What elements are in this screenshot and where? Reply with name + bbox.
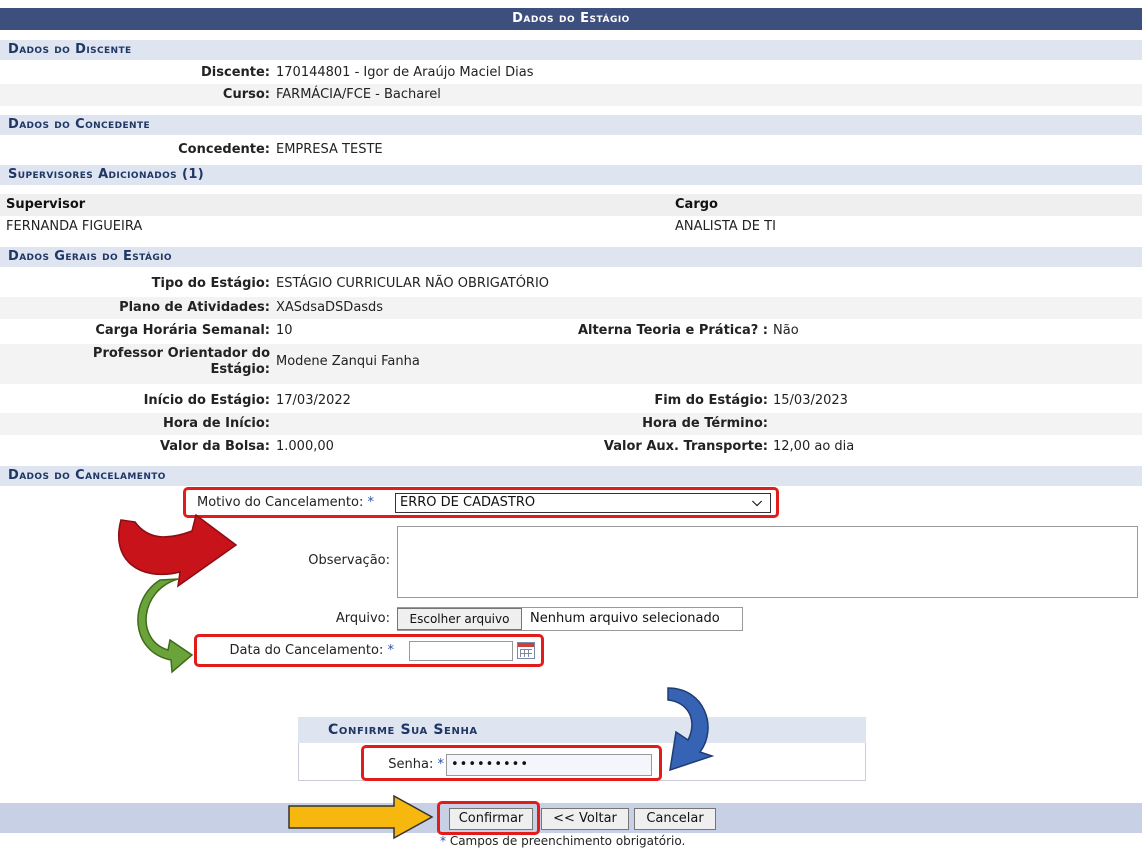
yellow-arrow-icon — [288, 794, 434, 840]
green-arrow-icon — [137, 578, 194, 674]
red-arrow-icon — [118, 513, 238, 588]
annotation-arrows — [118, 513, 715, 840]
blue-arrow-icon — [667, 687, 715, 772]
